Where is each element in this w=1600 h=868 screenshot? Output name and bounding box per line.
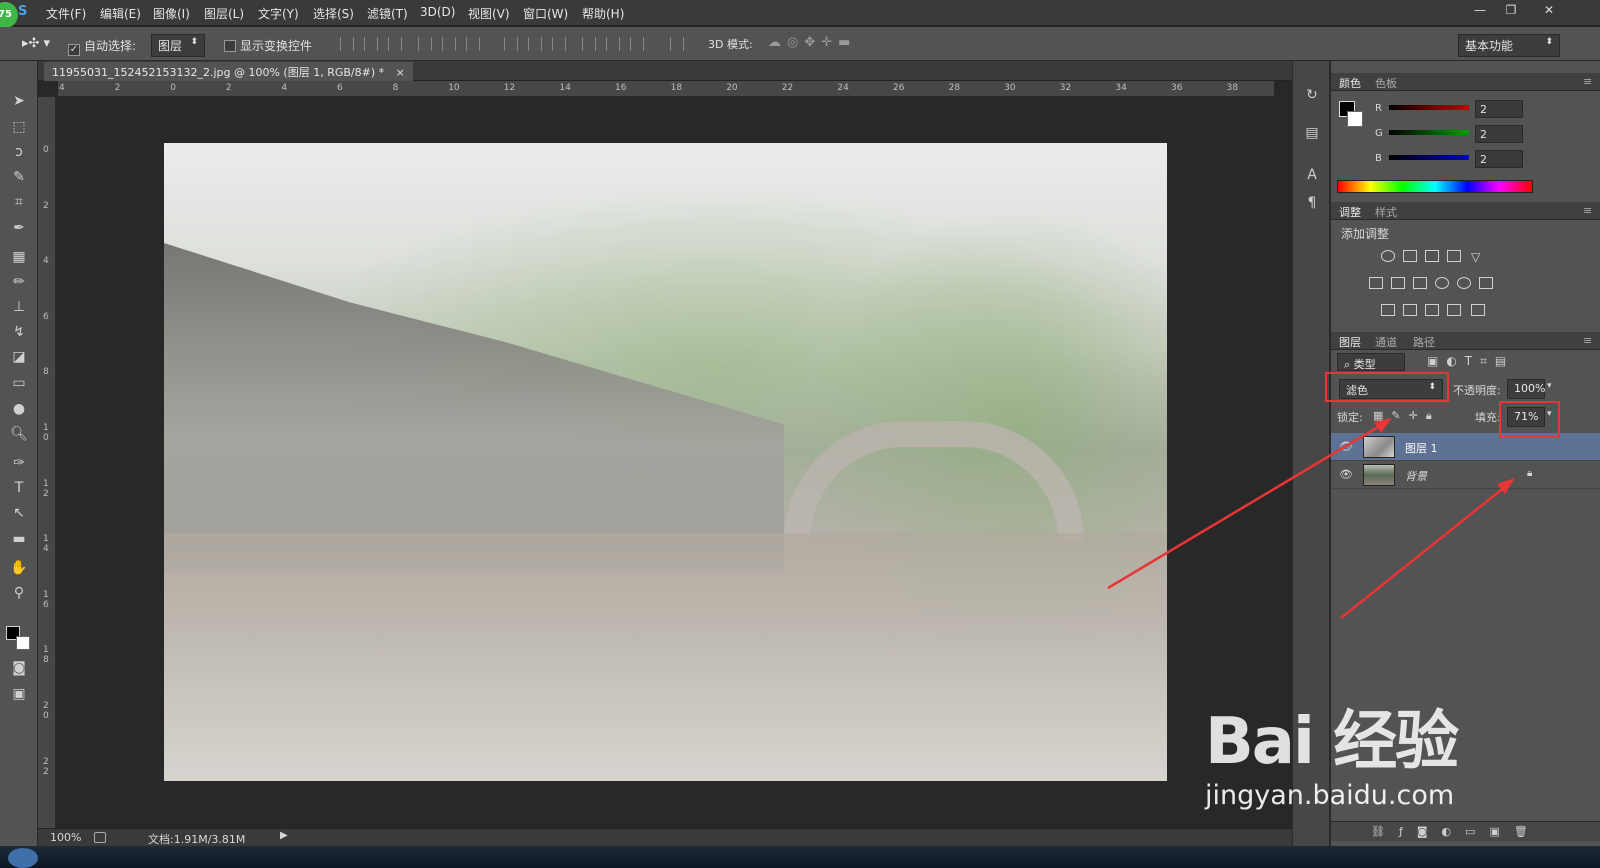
start-button-icon[interactable] <box>8 848 38 868</box>
arrow-to-fill <box>1340 481 1512 619</box>
baidu-jingyan-url: jingyan.baidu.com <box>1205 780 1455 811</box>
baidu-jingyan-logo: Bai 经验 <box>1205 705 1459 779</box>
arrow-head-blend-mode <box>1374 418 1392 433</box>
os-taskbar <box>0 846 1600 868</box>
arrow-to-blend-mode <box>1107 419 1389 590</box>
